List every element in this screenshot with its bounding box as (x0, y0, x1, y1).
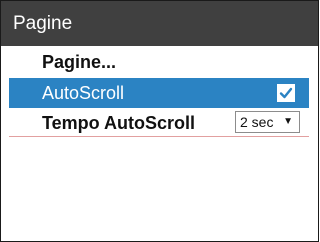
tempo-select-value: 2 sec (240, 114, 274, 130)
menu-item-label: AutoScroll (42, 83, 125, 103)
dialog-title: Pagine (1, 1, 318, 46)
settings-menu: Pagine... AutoScroll Tempo AutoScroll 2 … (1, 46, 318, 137)
chevron-down-icon: ▼ (283, 116, 293, 127)
tempo-select[interactable]: 2 sec ▼ (235, 111, 300, 133)
menu-item-pagine[interactable]: Pagine... (1, 46, 318, 78)
autoscroll-checkbox[interactable] (277, 84, 295, 102)
checkmark-icon (279, 87, 293, 99)
menu-item-label: Pagine... (42, 52, 117, 72)
menu-item-label: Tempo AutoScroll (42, 113, 195, 133)
pagine-dialog: Pagine Pagine... AutoScroll Tempo AutoSc… (0, 0, 319, 242)
menu-item-tempo-autoscroll: Tempo AutoScroll 2 sec ▼ (9, 108, 309, 137)
menu-item-autoscroll[interactable]: AutoScroll (9, 78, 309, 108)
